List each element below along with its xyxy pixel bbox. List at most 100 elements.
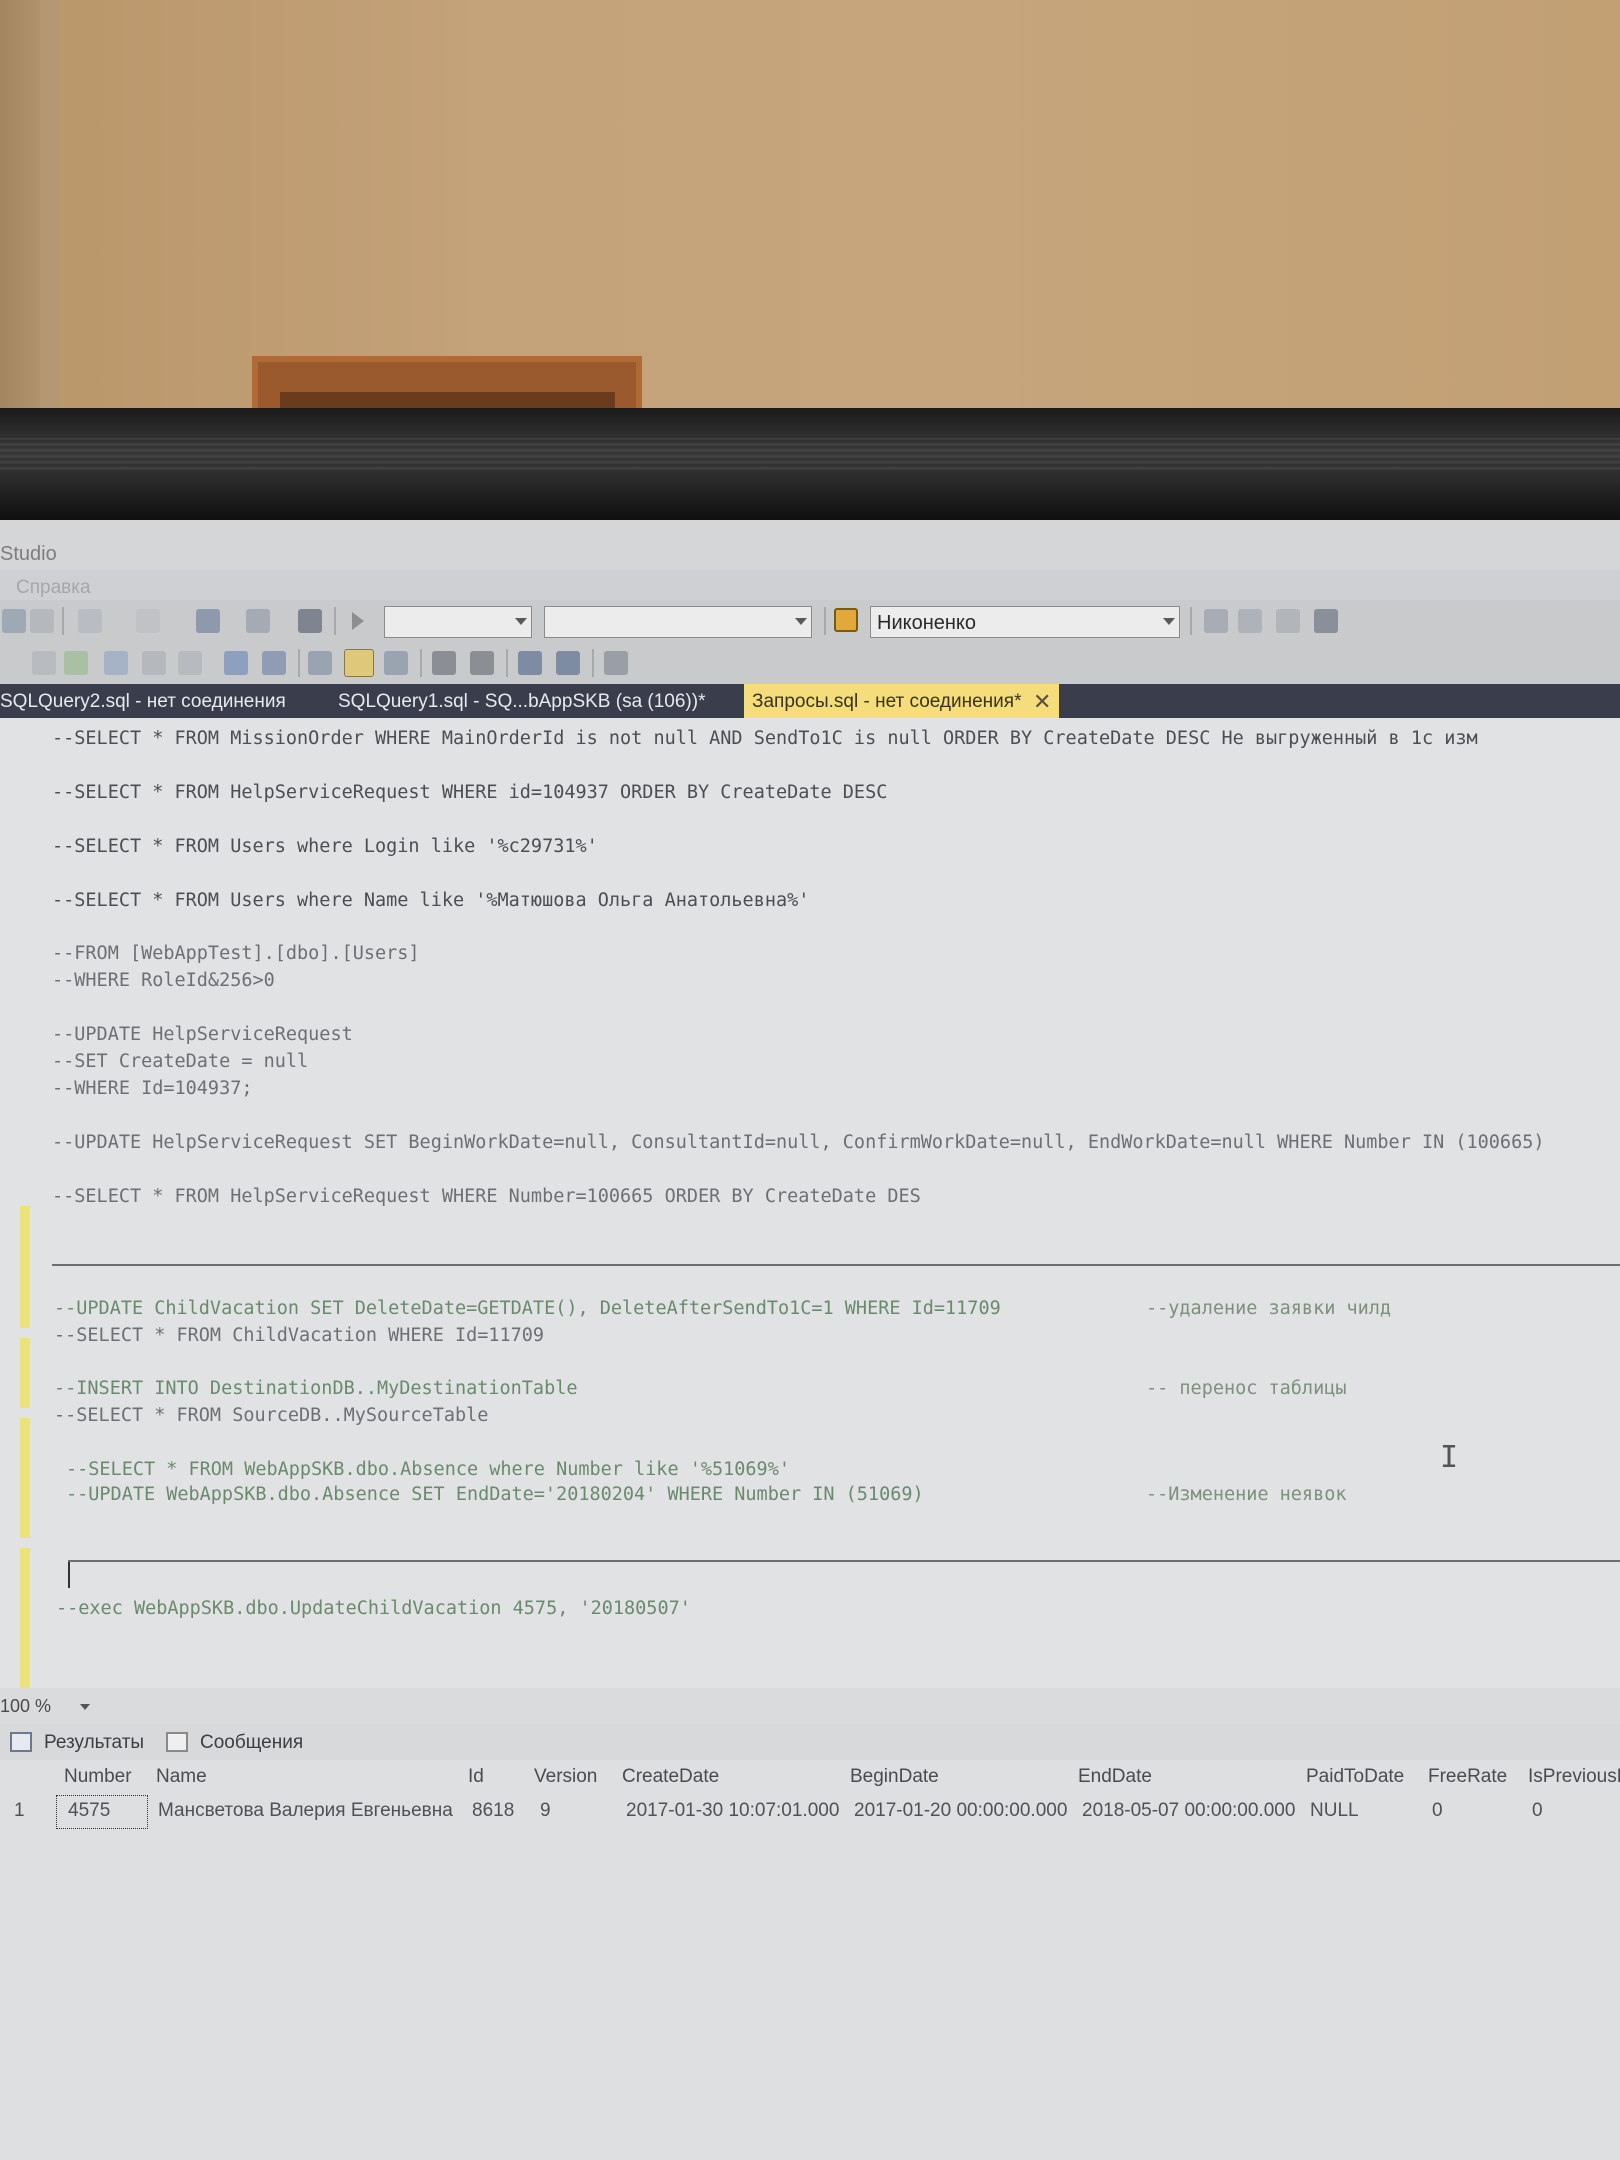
editor-separator-line [68, 1560, 1620, 1562]
tab-sqlquery1[interactable]: SQLQuery1.sql - SQ...bAppSKB (sa (106))* [338, 684, 706, 718]
title-bar: Studio [0, 520, 1620, 570]
text-caret [68, 1562, 70, 1588]
code-line: --SELECT * FROM ChildVacation WHERE Id=1… [54, 1325, 545, 1346]
registered-servers-icon[interactable] [1204, 609, 1228, 633]
code-line: --FROM [WebAppTest].[dbo].[Users] [52, 943, 420, 964]
table-cell[interactable]: 4575 [68, 1800, 110, 1822]
table-cell[interactable]: Мансветова Валерия Евгеньевна [158, 1800, 453, 1822]
results-to-text-icon[interactable] [308, 651, 332, 675]
code-line: --WHERE Id=104937; [52, 1078, 253, 1099]
change-marker [20, 1418, 30, 1538]
results-grid[interactable]: Number Name Id Version CreateDate BeginD… [0, 1760, 1620, 2160]
chevron-down-icon[interactable] [80, 1704, 90, 1710]
tab-zaprosy[interactable]: Запросы.sql - нет соединения* ✕ [744, 684, 1060, 718]
column-header[interactable]: Version [534, 1766, 597, 1788]
execute-icon[interactable] [352, 612, 364, 630]
outdent-icon[interactable] [518, 651, 542, 675]
column-header[interactable]: FreeRate [1428, 1766, 1507, 1788]
tab-label: SQLQuery2.sql - нет соединения [0, 691, 286, 712]
code-line: --exec WebAppSKB.dbo.UpdateChildVacation… [56, 1598, 691, 1619]
code-line: --UPDATE HelpServiceRequest SET BeginWor… [52, 1132, 1545, 1153]
tab-messages[interactable]: Сообщения [200, 1732, 303, 1754]
change-connection-icon[interactable] [834, 608, 858, 632]
solution-explorer-icon[interactable] [196, 609, 220, 633]
editor-separator-line [52, 1264, 1620, 1266]
results-to-file-icon[interactable] [384, 651, 408, 675]
window-title: Studio [0, 543, 57, 565]
table-cell[interactable]: 2017-01-20 00:00:00.000 [854, 1800, 1067, 1822]
table-cell[interactable]: 0 [1532, 1800, 1543, 1822]
table-cell[interactable]: NULL [1310, 1800, 1359, 1822]
solution-config-combo[interactable] [384, 606, 532, 638]
column-header[interactable]: BeginDate [850, 1766, 939, 1788]
code-line: --SELECT * FROM Users where Name like '%… [52, 890, 810, 911]
background-wall [0, 0, 1620, 420]
change-marker [20, 1338, 30, 1408]
tools-icon[interactable] [1276, 609, 1300, 633]
parse-icon[interactable] [64, 651, 88, 675]
chevron-down-icon [795, 618, 807, 625]
template-explorer-icon[interactable] [1238, 609, 1262, 633]
toolbar-standard: Никоненко [0, 600, 1620, 642]
table-cell[interactable]: 8618 [472, 1800, 514, 1822]
stop-icon[interactable] [32, 651, 56, 675]
column-header[interactable]: PaidToDate [1306, 1766, 1404, 1788]
new-query-icon[interactable] [2, 609, 26, 633]
uncomment-icon[interactable] [470, 651, 494, 675]
menu-help[interactable]: Справка [16, 577, 91, 599]
query-options-icon[interactable] [142, 651, 166, 675]
zoom-level[interactable]: 100 % [0, 1696, 51, 1717]
database-combo[interactable] [544, 606, 812, 638]
results-tabstrip: Результаты Сообщения [0, 1724, 1620, 1760]
code-line: --SET CreateDate = null [52, 1051, 309, 1072]
client-stats-icon[interactable] [262, 651, 286, 675]
column-header[interactable]: Id [468, 1766, 484, 1788]
column-header[interactable]: Name [156, 1766, 207, 1788]
object-explorer-icon[interactable] [298, 609, 322, 633]
zoom-bar: 100 % [0, 1688, 1620, 1724]
table-cell[interactable]: 2018-05-07 00:00:00.000 [1082, 1800, 1295, 1822]
window-icon[interactable] [1314, 609, 1338, 633]
tab-results[interactable]: Результаты [44, 1732, 144, 1754]
column-header[interactable]: EndDate [1078, 1766, 1152, 1788]
column-header[interactable]: IsPreviousP [1528, 1766, 1620, 1788]
specify-values-icon[interactable] [604, 651, 628, 675]
table-cell[interactable]: 0 [1432, 1800, 1443, 1822]
open-file-icon[interactable] [30, 609, 54, 633]
code-line: --INSERT INTO DestinationDB..MyDestinati… [54, 1378, 578, 1399]
intellisense-icon[interactable] [178, 651, 202, 675]
query-editor[interactable]: --SELECT * FROM MissionOrder WHERE MainO… [0, 718, 1620, 1688]
user-combo-value: Никоненко [877, 612, 977, 634]
include-plan-icon[interactable] [224, 651, 248, 675]
code-comment: --удаление заявки чилд [1146, 1298, 1392, 1319]
redo-icon[interactable] [136, 609, 160, 633]
chevron-down-icon [515, 618, 527, 625]
tab-sqlquery2[interactable]: SQLQuery2.sql - нет соединения [0, 684, 286, 718]
indent-icon[interactable] [556, 651, 580, 675]
table-cell[interactable]: 9 [540, 1800, 551, 1822]
code-comment: -- перенос таблицы [1146, 1378, 1347, 1399]
close-icon[interactable]: ✕ [1033, 689, 1051, 715]
code-comment: --Изменение неявок [1146, 1484, 1347, 1505]
messages-icon [166, 1732, 188, 1752]
results-to-grid-icon[interactable] [344, 649, 374, 677]
toolbar-separator [298, 649, 300, 677]
monitor-bezel-highlight [0, 438, 1620, 472]
code-line: --WHERE RoleId&256>0 [52, 970, 275, 991]
comment-icon[interactable] [432, 651, 456, 675]
toolbar-separator [506, 649, 508, 677]
properties-icon[interactable] [246, 609, 270, 633]
column-header[interactable]: CreateDate [622, 1766, 719, 1788]
code-line: --SELECT * FROM SourceDB..MySourceTable [54, 1405, 489, 1426]
toolbar-separator [592, 649, 594, 677]
undo-icon[interactable] [78, 609, 102, 633]
user-combo[interactable]: Никоненко [870, 606, 1180, 638]
display-plan-icon[interactable] [104, 651, 128, 675]
background-pole [40, 0, 54, 420]
change-marker [20, 1548, 30, 1688]
ssms-window: Studio Справка Никоненко SQLQuery2.sql -… [0, 520, 1620, 2160]
chevron-down-icon [1163, 618, 1175, 625]
column-header[interactable]: Number [64, 1766, 132, 1788]
toolbar-separator [1190, 607, 1192, 635]
table-cell[interactable]: 2017-01-30 10:07:01.000 [626, 1800, 839, 1822]
